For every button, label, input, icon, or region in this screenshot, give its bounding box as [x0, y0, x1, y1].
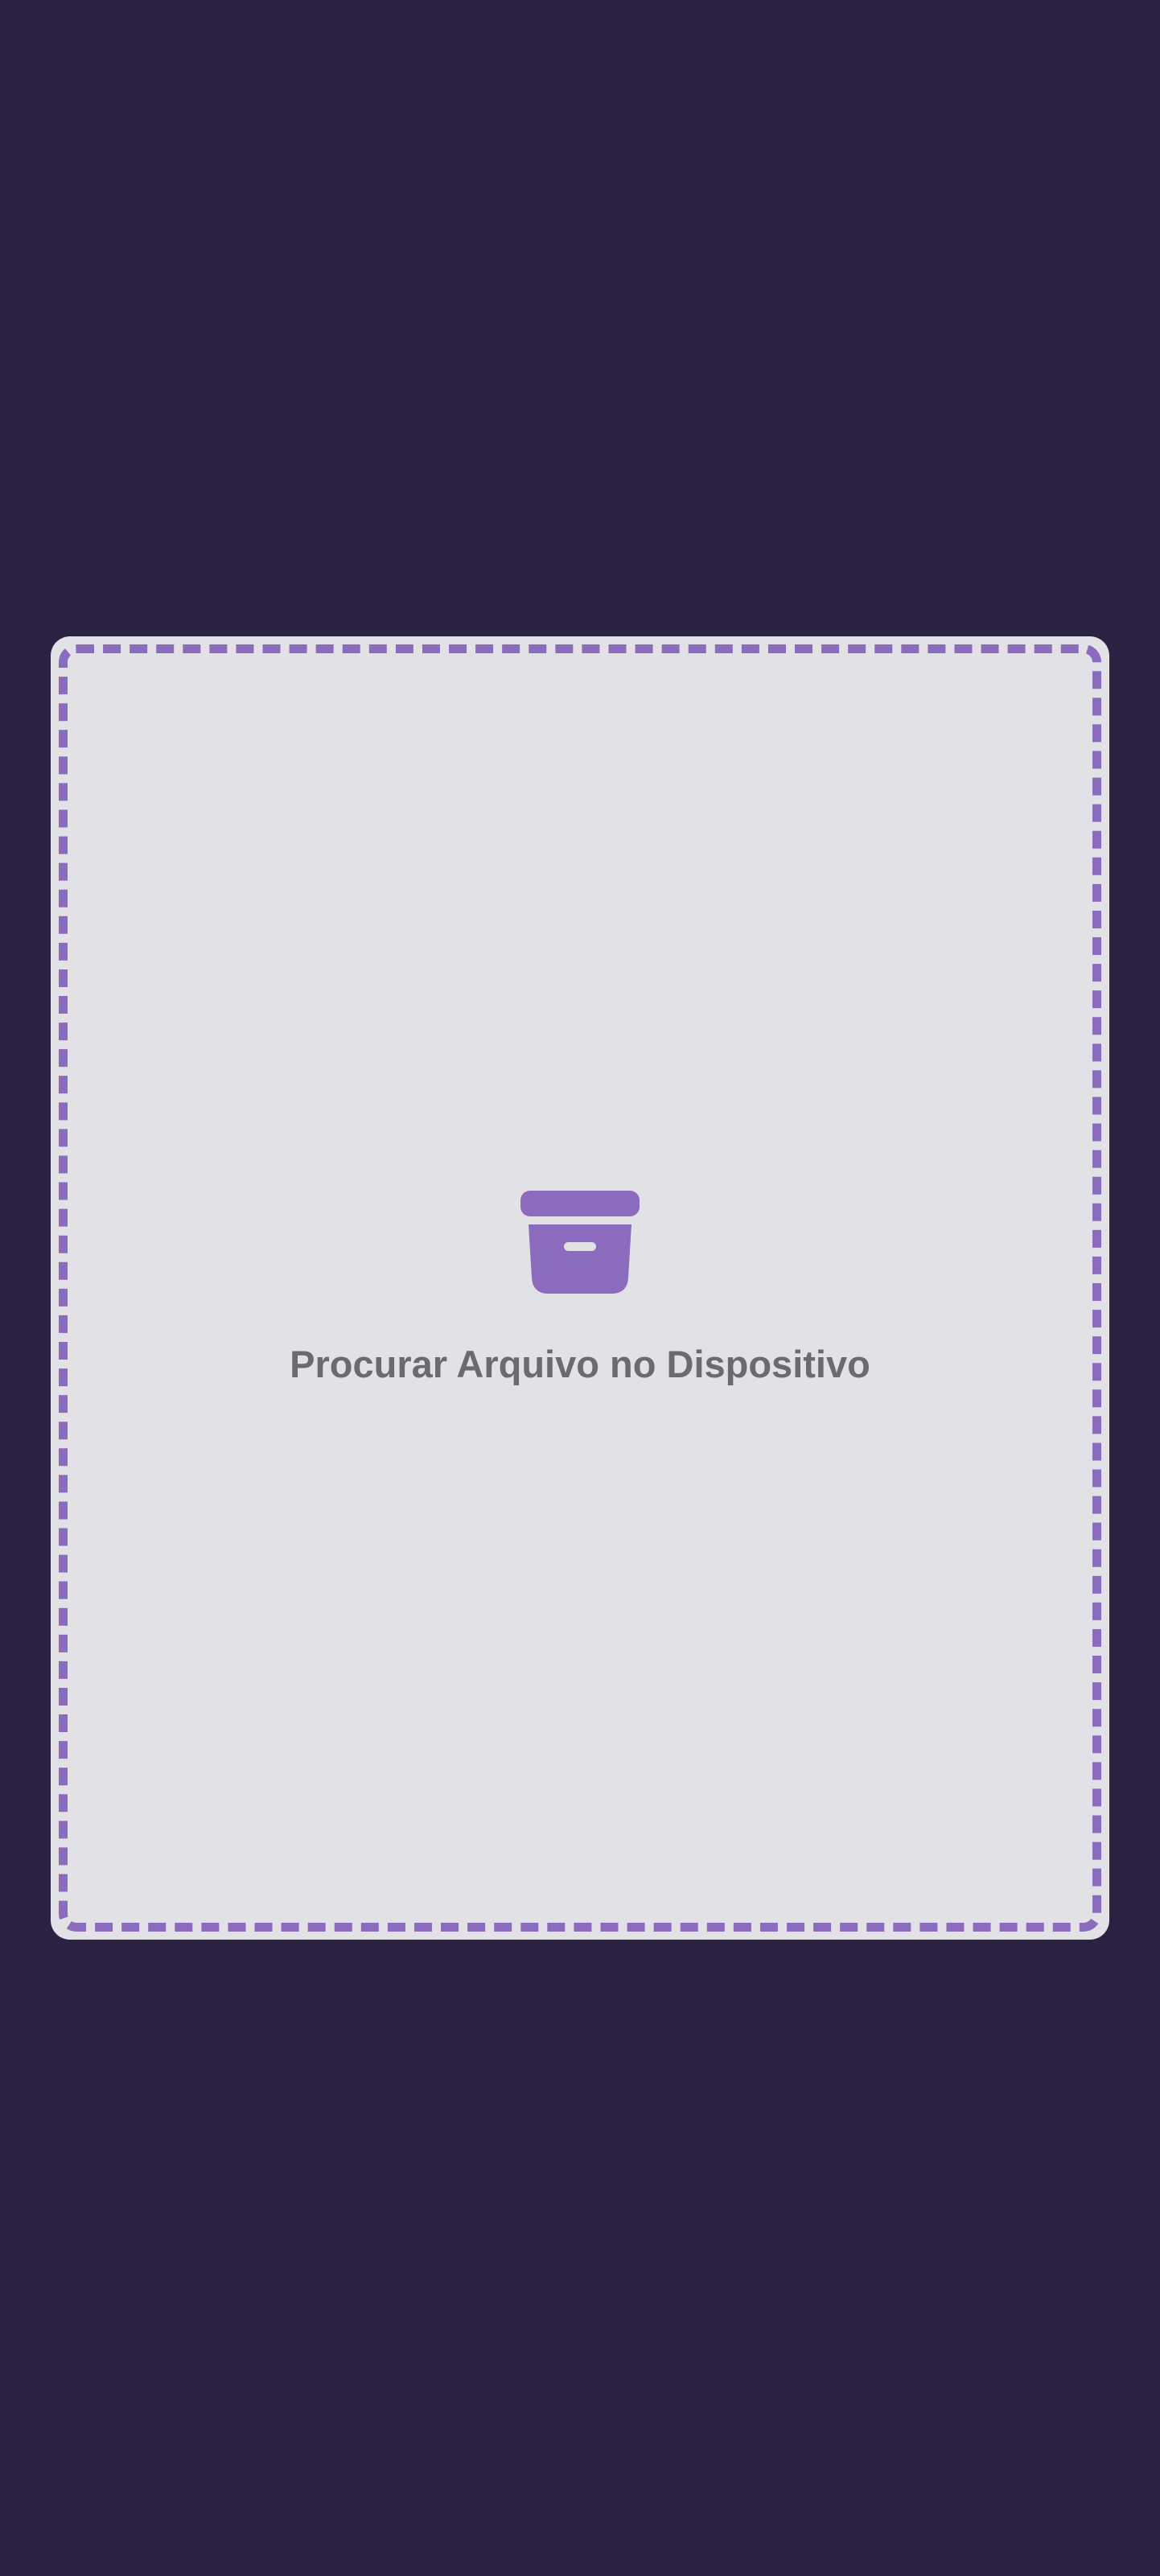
upload-card: Procurar Arquivo no Dispositivo: [51, 636, 1109, 1940]
file-dropzone[interactable]: Procurar Arquivo no Dispositivo: [59, 644, 1101, 1932]
archive-box-icon: [520, 1190, 640, 1294]
browse-file-label[interactable]: Procurar Arquivo no Dispositivo: [290, 1342, 870, 1386]
